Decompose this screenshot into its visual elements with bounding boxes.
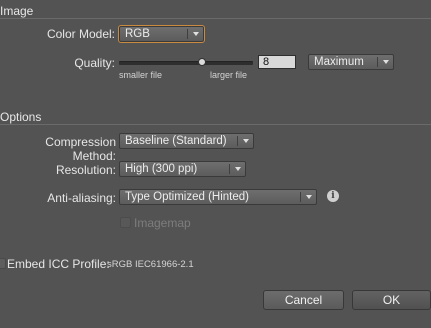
dropdown-separator <box>229 164 230 174</box>
larger-file-label: larger file <box>210 70 248 80</box>
dropdown-separator <box>300 192 301 202</box>
embed-icc-label: Embed ICC Profile: <box>7 257 110 271</box>
image-section-title: Image <box>0 4 34 18</box>
anti-aliasing-label: Anti-aliasing: <box>47 191 116 205</box>
quality-preset-value: Maximum <box>314 56 364 68</box>
resolution-dropdown[interactable]: High (300 ppi) <box>119 161 246 177</box>
dropdown-separator <box>187 29 188 39</box>
embed-icc-checkbox[interactable] <box>0 258 6 269</box>
ok-button[interactable]: OK <box>352 290 431 310</box>
anti-aliasing-value: Type Optimized (Hinted) <box>125 191 249 203</box>
chevron-down-icon <box>306 195 312 199</box>
smaller-file-label: smaller file <box>119 70 163 80</box>
chevron-down-icon <box>243 139 249 143</box>
image-section-divider <box>0 18 431 19</box>
color-model-dropdown[interactable]: RGB <box>118 25 205 43</box>
quality-value-input[interactable]: 8 <box>258 55 296 69</box>
imagemap-checkbox[interactable] <box>120 217 131 228</box>
chevron-down-icon <box>235 167 241 171</box>
color-model-value: RGB <box>125 28 150 40</box>
compression-method-dropdown[interactable]: Baseline (Standard) <box>119 133 254 149</box>
chevron-down-icon <box>193 32 199 36</box>
compression-method-value: Baseline (Standard) <box>125 135 227 147</box>
color-model-label: Color Model: <box>46 27 115 41</box>
compression-method-label: Compression Method: <box>45 135 116 163</box>
anti-aliasing-dropdown[interactable]: Type Optimized (Hinted) <box>119 189 317 205</box>
imagemap-label: Imagemap <box>134 216 191 230</box>
quality-label: Quality: <box>74 56 115 70</box>
chevron-down-icon <box>383 60 389 64</box>
cancel-button[interactable]: Cancel <box>263 290 344 310</box>
resolution-label: Resolution: <box>55 163 116 177</box>
dropdown-separator <box>377 57 378 67</box>
options-section-title: Options <box>0 110 42 124</box>
info-icon[interactable]: i <box>327 190 339 202</box>
quality-slider-track[interactable] <box>119 61 253 65</box>
options-section-divider <box>0 124 431 125</box>
quality-preset-dropdown[interactable]: Maximum <box>308 54 394 70</box>
dropdown-separator <box>237 136 238 146</box>
icc-profile-value: sRGB IEC61966-2.1 <box>107 259 194 270</box>
resolution-value: High (300 ppi) <box>125 163 198 175</box>
